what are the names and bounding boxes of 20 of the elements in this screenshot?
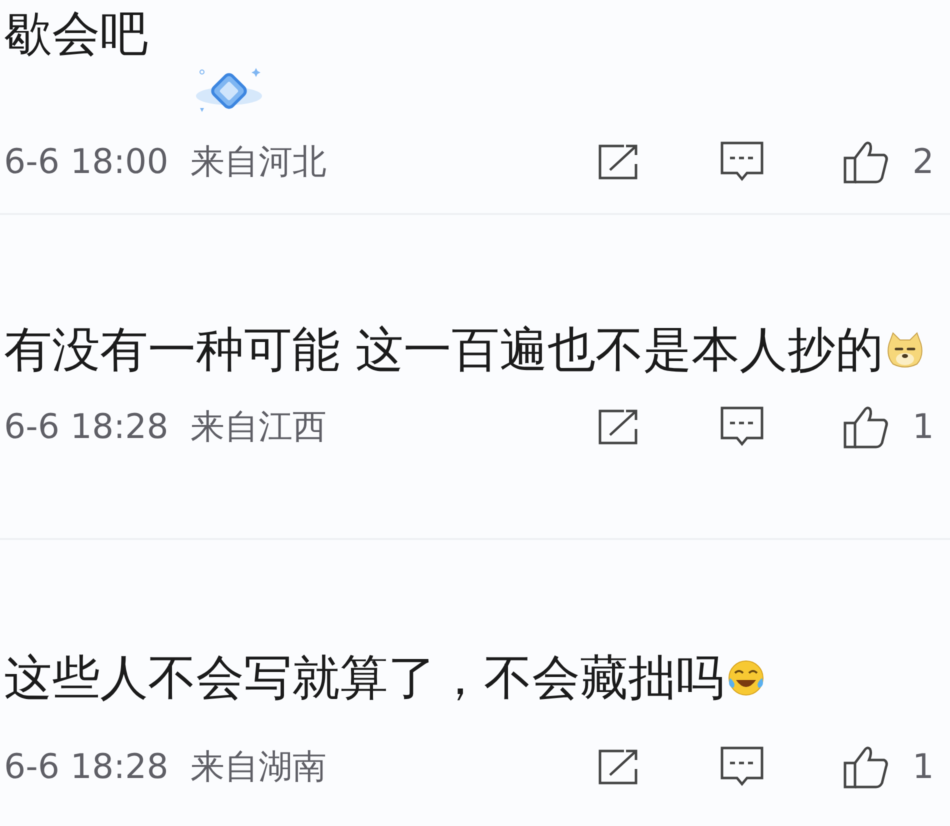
like-count: 1: [912, 747, 934, 787]
comment-text: 歇会吧: [4, 6, 148, 62]
like-count: 2: [912, 142, 934, 182]
dog-emoji-icon: [885, 330, 926, 370]
like-icon[interactable]: [842, 140, 890, 184]
comment-text: 有没有一种可能 这一百遍也不是本人抄的: [4, 322, 884, 378]
comment-location: 来自湖南: [190, 746, 326, 789]
comment-time: 6-6 18:28: [4, 747, 168, 787]
like-icon[interactable]: [842, 745, 890, 789]
share-icon[interactable]: [596, 142, 640, 182]
comment-text: 这些人不会写就算了，不会藏拙吗: [4, 650, 724, 706]
like-icon[interactable]: [842, 405, 890, 449]
comment-time: 6-6 18:28: [4, 407, 168, 447]
comment-location: 来自河北: [190, 141, 326, 184]
share-icon[interactable]: [596, 747, 640, 787]
laughing-crying-emoji-icon: [726, 658, 766, 698]
like-count: 1: [912, 407, 934, 447]
comment-location: 来自江西: [190, 406, 326, 449]
comment-time: 6-6 18:00: [4, 142, 168, 182]
share-icon[interactable]: [596, 407, 640, 447]
